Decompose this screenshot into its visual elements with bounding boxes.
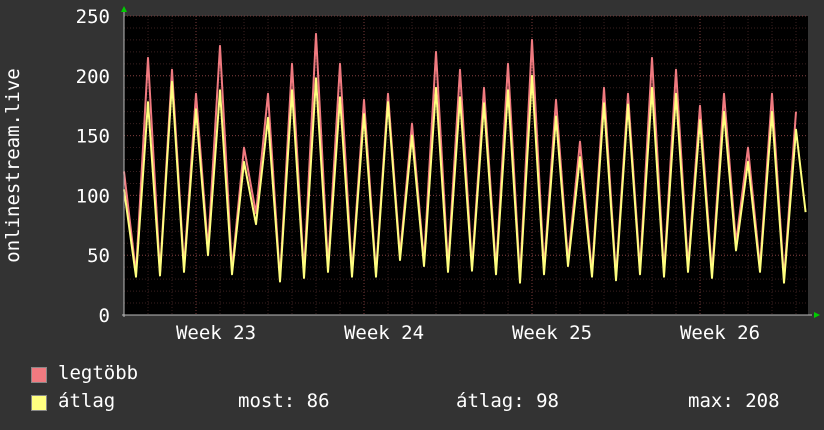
y-tick-label: 250 [76,6,110,28]
stat-max: max: 208 [688,390,780,412]
legend-swatch-avg [31,395,47,411]
legend-label-avg: átlag [58,390,116,412]
y-tick-label: 0 [99,305,110,327]
y-axis-arrow [121,6,127,12]
y-tick-label: 200 [76,66,110,88]
y-tick-label: 150 [76,126,110,148]
legend-label-max: legtöbb [58,362,139,384]
x-axis-arrow [814,312,820,318]
x-tick-label: Week 23 [176,322,256,344]
legend-swatch-max [31,367,47,383]
x-tick-label: Week 25 [512,322,592,344]
stat-average: átlag: 98 [456,390,559,412]
y-axis-label: onlinestream.live [2,68,24,262]
y-tick-label: 50 [87,245,110,267]
x-tick-label: Week 26 [680,322,760,344]
y-tick-label: 100 [76,185,110,207]
stat-current: most: 86 [238,390,330,412]
x-tick-label: Week 24 [344,322,424,344]
